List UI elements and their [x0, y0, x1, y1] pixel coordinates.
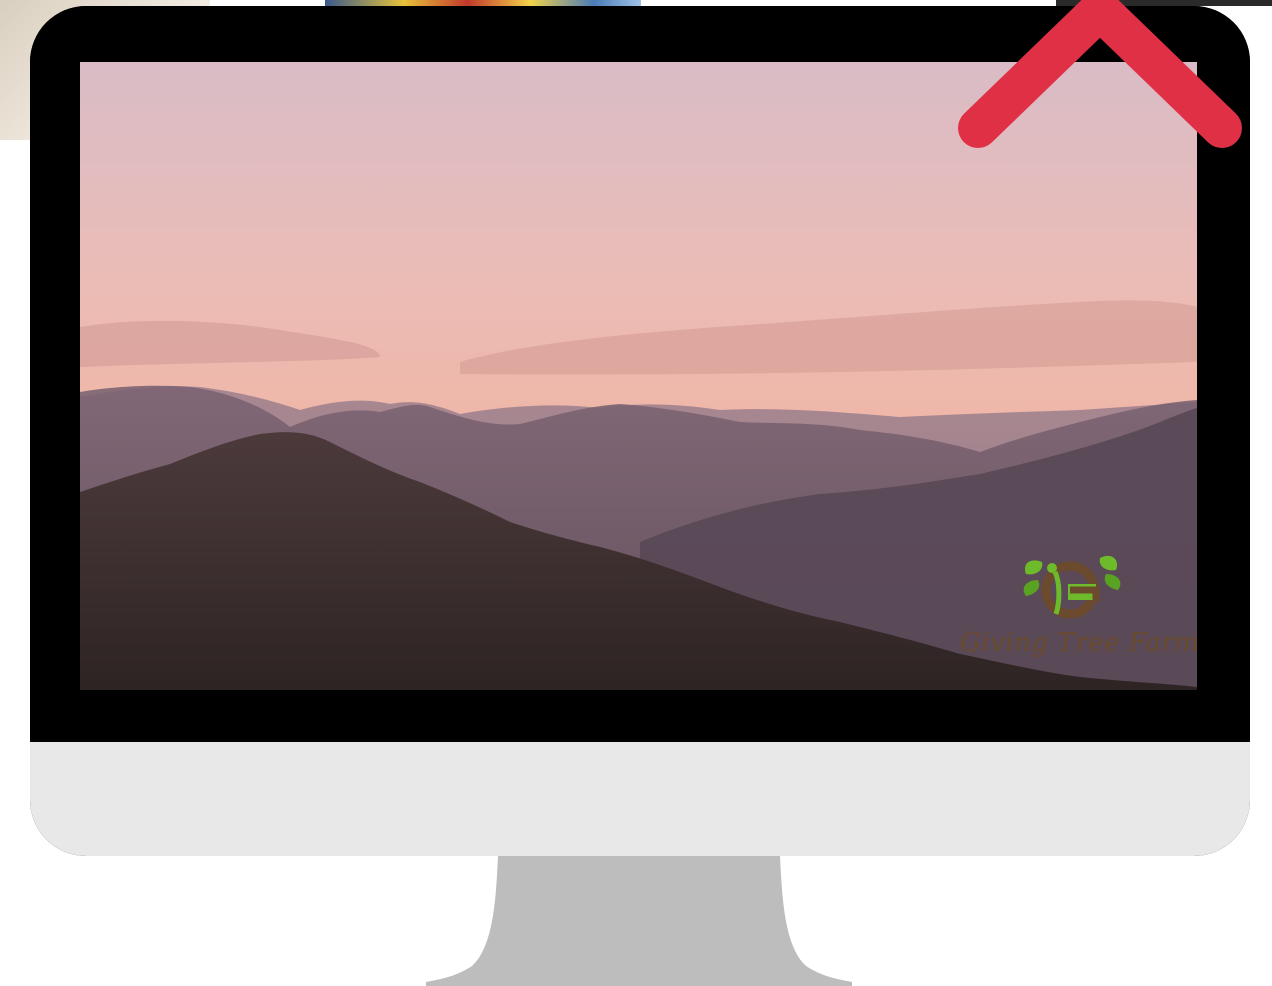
tree-leaves-g-icon: [1023, 555, 1121, 619]
brand-logo: Giving Tree Farms: [960, 532, 1197, 682]
close-icon[interactable]: [956, 0, 1246, 150]
monitor-stand: [426, 856, 852, 986]
monitor-chin: [30, 742, 1250, 856]
brand-logo-text: Giving Tree Farms: [960, 628, 1197, 658]
page: Giving Tree Farms: [0, 0, 1272, 986]
monitor-screen: Giving Tree Farms: [80, 62, 1197, 690]
